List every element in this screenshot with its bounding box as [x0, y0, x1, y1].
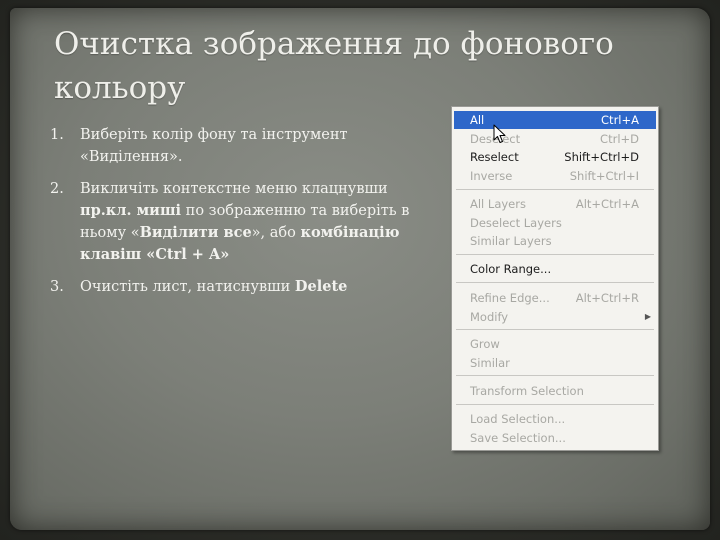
menu-item-label: Deselect Layers — [470, 216, 562, 230]
menu-item-label: Color Range... — [470, 262, 552, 276]
menu-item-transform-selection[interactable]: Transform Selection — [454, 382, 656, 400]
step-item: 1. Виберіть колір фону та інструмент «Ви… — [50, 124, 420, 168]
menu-separator — [456, 254, 654, 255]
menu-item-all[interactable]: All Ctrl+A — [454, 111, 656, 129]
menu-separator — [456, 404, 654, 405]
menu-item-label: All Layers — [470, 197, 526, 211]
menu-item-deselect-layers[interactable]: Deselect Layers — [454, 214, 656, 232]
menu-item-label: Inverse — [470, 169, 513, 183]
menu-item-load-selection[interactable]: Load Selection... — [454, 410, 656, 428]
menu-item-modify[interactable]: Modify ▶ — [454, 308, 656, 326]
menu-item-label: Reselect — [470, 150, 519, 164]
step-item: 3. Очистіть лист, натиснувши Delete — [50, 276, 420, 298]
step-text-bold: Delete — [294, 278, 348, 295]
menu-item-shortcut: Shift+Ctrl+D — [564, 150, 639, 164]
menu-item-grow[interactable]: Grow — [454, 335, 656, 353]
step-text: Виберіть колір фону та інструмент «Виділ… — [80, 127, 348, 165]
slide-title: Очистка зображення до фонового кольору — [54, 26, 614, 106]
menu-item-label: Save Selection... — [470, 431, 566, 445]
menu-item-label: Similar — [470, 356, 510, 370]
menu-item-label: Grow — [470, 337, 500, 351]
menu-item-all-layers[interactable]: All Layers Alt+Ctrl+A — [454, 195, 656, 213]
step-item: 2. Викличіть контекстне меню клацнувши п… — [50, 178, 420, 266]
step-text: Очистіть лист, натиснувши — [80, 279, 295, 295]
triangle-right-icon: ▶ — [644, 312, 651, 321]
menu-item-label: Modify — [470, 310, 509, 324]
menu-item-label: Similar Layers — [470, 234, 552, 248]
menu-item-color-range[interactable]: Color Range... — [454, 260, 656, 278]
menu-item-shortcut: Shift+Ctrl+I — [569, 169, 639, 183]
menu-item-inverse[interactable]: Inverse Shift+Ctrl+I — [454, 167, 656, 185]
menu-item-shortcut: Alt+Ctrl+R — [575, 291, 639, 305]
menu-item-shortcut: Alt+Ctrl+A — [575, 197, 639, 211]
steps-list: 1. Виберіть колір фону та інструмент «Ви… — [50, 124, 420, 308]
step-text: Викличіть контекстне меню клацнувши — [80, 181, 388, 197]
menu-item-similar-layers[interactable]: Similar Layers — [454, 232, 656, 250]
menu-separator — [456, 329, 654, 330]
menu-item-refine-edge[interactable]: Refine Edge... Alt+Ctrl+R — [454, 289, 656, 307]
step-text-bold: пр.кл. миші — [80, 202, 182, 219]
mouse-pointer-icon — [493, 124, 506, 143]
menu-item-similar[interactable]: Similar — [454, 354, 656, 372]
menu-item-shortcut: Ctrl+A — [601, 113, 639, 127]
menu-item-reselect[interactable]: Reselect Shift+Ctrl+D — [454, 148, 656, 166]
menu-item-label: All — [470, 113, 485, 127]
menu-separator — [456, 282, 654, 283]
step-number: 1. — [50, 127, 64, 143]
step-text-bold: Виділити все — [139, 224, 252, 241]
step-text: », або — [251, 225, 301, 241]
step-number: 3. — [50, 279, 64, 295]
step-number: 2. — [50, 181, 64, 197]
menu-item-label: Transform Selection — [470, 384, 584, 398]
select-context-menu: All Ctrl+A Deselect Ctrl+D Reselect Shif… — [451, 106, 659, 451]
menu-item-shortcut: Ctrl+D — [600, 132, 639, 146]
menu-item-label: Load Selection... — [470, 412, 566, 426]
menu-item-label: Refine Edge... — [470, 291, 550, 305]
menu-item-save-selection[interactable]: Save Selection... — [454, 429, 656, 447]
menu-separator — [456, 189, 654, 190]
menu-separator — [456, 375, 654, 376]
menu-item-deselect[interactable]: Deselect Ctrl+D — [454, 130, 656, 148]
